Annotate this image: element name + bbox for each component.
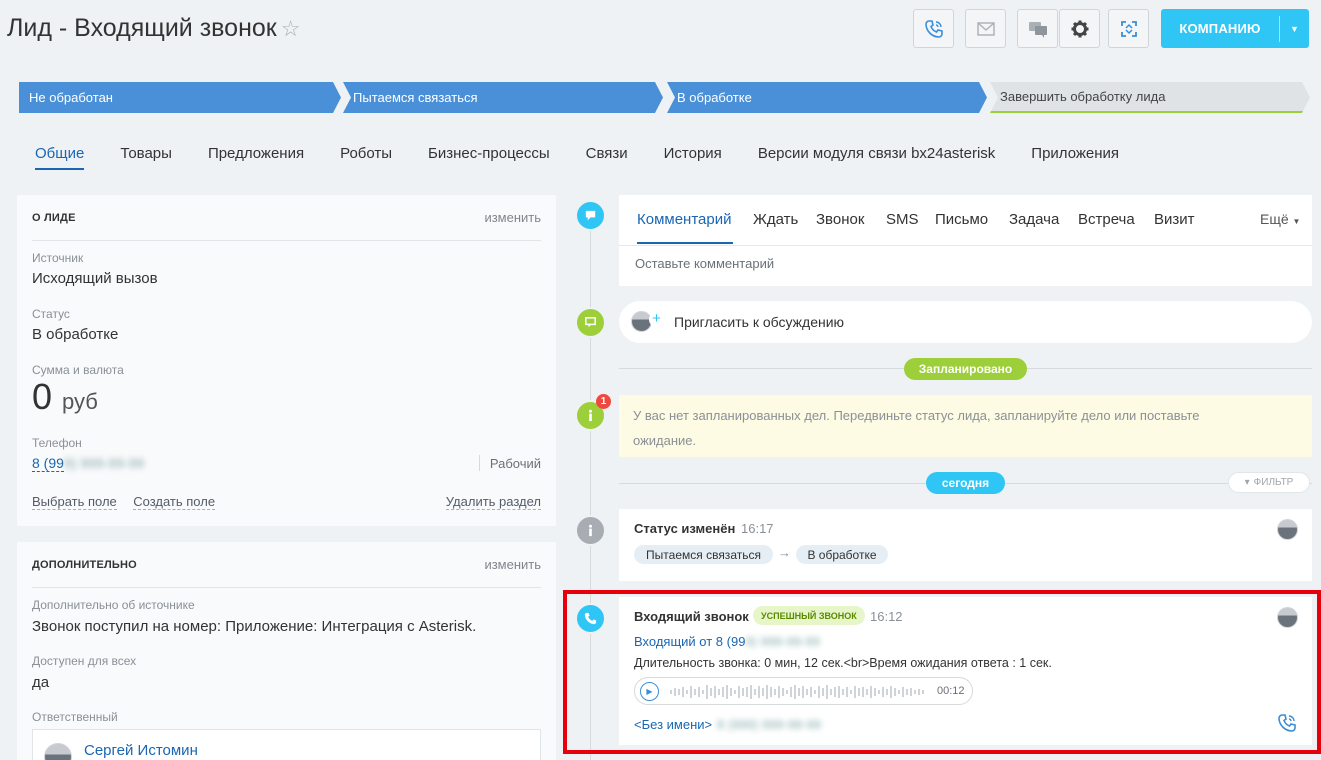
tl-tab-call[interactable]: Звонок bbox=[816, 211, 864, 228]
avatar[interactable] bbox=[1277, 519, 1298, 540]
tl-tab-email[interactable]: Письмо bbox=[935, 211, 988, 228]
tl-tab-more[interactable]: Ещё ▼ bbox=[1260, 211, 1300, 227]
plus-icon: + bbox=[649, 311, 664, 327]
planned-badge: Запланировано bbox=[904, 358, 1027, 380]
call-button[interactable] bbox=[913, 9, 954, 48]
public-value: да bbox=[32, 674, 50, 691]
about-edit-link[interactable]: изменить bbox=[484, 210, 541, 225]
tab-links[interactable]: Связи bbox=[586, 145, 628, 170]
mail-button[interactable] bbox=[965, 9, 1006, 48]
chevron-down-icon[interactable]: ▼ bbox=[1280, 24, 1309, 34]
tl-tab-task[interactable]: Задача bbox=[1009, 211, 1059, 228]
stage-finish[interactable]: Завершить обработку лида bbox=[990, 82, 1310, 113]
stage-not-processed[interactable]: Не обработан bbox=[19, 82, 341, 113]
source-value: Исходящий вызов bbox=[32, 270, 158, 287]
create-field-link[interactable]: Создать поле bbox=[133, 494, 216, 510]
convert-icon bbox=[1120, 20, 1137, 37]
chat-button[interactable] bbox=[1017, 9, 1058, 48]
mail-icon bbox=[976, 21, 995, 36]
settings-button[interactable] bbox=[1059, 9, 1100, 48]
tab-offers[interactable]: Предложения bbox=[208, 145, 304, 170]
tab-robots[interactable]: Роботы bbox=[340, 145, 392, 170]
no-tasks-panel: У вас нет запланированных дел. Передвинь… bbox=[619, 395, 1312, 457]
page-title: Лид - Входящий звонок ☆ bbox=[7, 14, 301, 42]
status-changed-event: Статус изменён 16:17 Пытаемся связаться … bbox=[619, 509, 1312, 581]
phone-icon bbox=[924, 19, 943, 38]
about-lead-card: О ЛИДЕ изменить Источник Исходящий вызов… bbox=[17, 195, 556, 526]
stage-trying-contact[interactable]: Пытаемся связаться bbox=[343, 82, 663, 113]
status-from-tag: Пытаемся связаться bbox=[634, 545, 773, 564]
stage-in-progress[interactable]: В обработке bbox=[667, 82, 987, 113]
sum-value: 0 руб bbox=[32, 376, 98, 417]
convert-button[interactable] bbox=[1108, 9, 1149, 48]
delete-section-link[interactable]: Удалить раздел bbox=[445, 494, 541, 510]
arrow-right-icon: → bbox=[778, 545, 791, 560]
tl-tab-visit[interactable]: Визит bbox=[1154, 211, 1195, 228]
tab-products[interactable]: Товары bbox=[120, 145, 172, 170]
discussion-node-icon bbox=[575, 307, 606, 338]
tl-tab-sms[interactable]: SMS bbox=[886, 211, 919, 228]
today-badge: сегодня bbox=[926, 472, 1005, 494]
responsible-name[interactable]: Сергей Истомин bbox=[84, 742, 198, 759]
tl-tab-comment[interactable]: Комментарий bbox=[637, 211, 731, 228]
status-value: В обработке bbox=[32, 326, 119, 343]
invite-bar[interactable]: + Пригласить к обсуждению bbox=[619, 301, 1312, 343]
comment-node-icon bbox=[575, 200, 606, 231]
phone-link[interactable]: 8 (999) 999-99-99 bbox=[32, 455, 144, 472]
comment-input[interactable]: Оставьте комментарий bbox=[635, 256, 774, 271]
extra-heading: ДОПОЛНИТЕЛЬНО bbox=[32, 559, 137, 571]
tab-history[interactable]: История bbox=[664, 145, 722, 170]
section-tabs: Общие Товары Предложения Роботы Бизнес-п… bbox=[35, 145, 1155, 170]
choose-field-link[interactable]: Выбрать поле bbox=[32, 494, 117, 510]
timeline-editor bbox=[619, 195, 1312, 286]
avatar[interactable] bbox=[44, 743, 72, 760]
about-heading: О ЛИДЕ bbox=[32, 212, 76, 224]
extra-card: ДОПОЛНИТЕЛЬНО изменить Дополнительно об … bbox=[17, 542, 556, 760]
tl-tab-meeting[interactable]: Встреча bbox=[1078, 211, 1135, 228]
tab-module-versions[interactable]: Версии модуля связи bx24asterisk bbox=[758, 145, 995, 170]
chevron-down-icon: ▼ bbox=[1292, 217, 1301, 226]
star-icon[interactable]: ☆ bbox=[281, 16, 301, 41]
highlight-frame bbox=[563, 590, 1321, 754]
phone-type: Рабочий bbox=[489, 456, 541, 471]
status-to-tag: В обработке bbox=[796, 545, 888, 564]
tab-apps[interactable]: Приложения bbox=[1031, 145, 1119, 170]
tl-tab-wait[interactable]: Ждать bbox=[753, 211, 798, 228]
counter-badge: 1 bbox=[596, 394, 611, 409]
filter-icon: ▾ bbox=[1244, 477, 1250, 488]
company-button[interactable]: КОМПАНИЮ ▼ bbox=[1161, 9, 1309, 48]
filter-button[interactable]: ▾ ФИЛЬТР bbox=[1228, 472, 1310, 493]
extra-edit-link[interactable]: изменить bbox=[484, 557, 541, 572]
tab-general[interactable]: Общие bbox=[35, 145, 85, 170]
responsible-box: Сергей Истомин bbox=[32, 729, 541, 760]
status-node-icon bbox=[575, 515, 606, 546]
tab-business-processes[interactable]: Бизнес-процессы bbox=[428, 145, 550, 170]
source-info-value: Звонок поступил на номер: Приложение: Ин… bbox=[32, 618, 477, 635]
chat-icon bbox=[1028, 21, 1047, 38]
gear-icon bbox=[1071, 20, 1088, 37]
